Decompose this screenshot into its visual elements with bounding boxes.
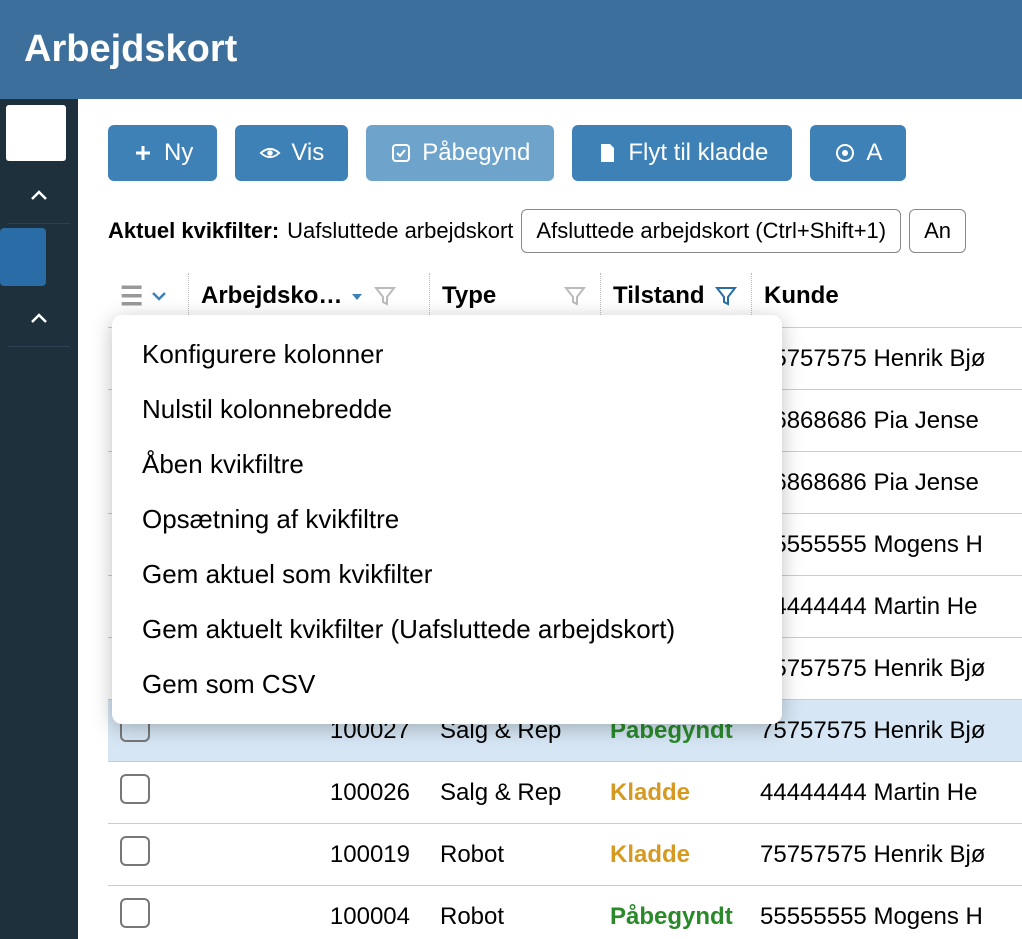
main-content: Ny Vis Påbegynd Flyt til kladde: [78, 99, 1022, 939]
column-checkbox[interactable]: ☰: [108, 281, 188, 312]
row-customer: 75757575 Henrik Bjø: [748, 345, 1022, 373]
column-tilstand[interactable]: Tilstand: [601, 282, 751, 310]
column-arbejdsko-label: Arbejdsko…: [201, 282, 342, 310]
flyt-button[interactable]: Flyt til kladde: [572, 125, 792, 181]
grid-header: ☰ Arbejdsko… Type Tilstand: [108, 265, 1022, 328]
row-type: Robot: [428, 841, 598, 869]
sidebar-item-active[interactable]: [0, 228, 46, 286]
quickfilter-label: Aktuel kvikfilter:: [108, 218, 279, 244]
menu-item-save-csv[interactable]: Gem som CSV: [112, 657, 782, 712]
funnel-icon-active[interactable]: [713, 283, 739, 309]
row-checkbox[interactable]: [120, 898, 150, 928]
row-customer: 55555555 Mogens H: [748, 903, 1022, 931]
row-checkbox-cell: [108, 898, 188, 935]
quickfilter-current: Uafsluttede arbejdskort: [287, 218, 513, 244]
row-type: Salg & Rep: [428, 779, 598, 807]
menu-item-setup-quickfilters[interactable]: Opsætning af kvikfiltre: [112, 492, 782, 547]
funnel-icon[interactable]: [562, 283, 588, 309]
row-customer: 86868686 Pia Jense: [748, 407, 1022, 435]
check-icon: [390, 142, 412, 164]
list-icon: ☰: [120, 281, 143, 312]
menu-item-configure-columns[interactable]: Konfigurere kolonner: [112, 327, 782, 382]
row-id: 100004: [188, 903, 428, 931]
column-arbejdsko[interactable]: Arbejdsko…: [189, 282, 429, 310]
row-status: Kladde: [598, 841, 748, 869]
flyt-label: Flyt til kladde: [628, 139, 768, 167]
column-type[interactable]: Type: [430, 282, 600, 310]
row-status: Påbegyndt: [598, 903, 748, 931]
table-row[interactable]: 100026Salg & RepKladde44444444 Martin He: [108, 762, 1022, 824]
column-kunde-label: Kunde: [764, 282, 839, 310]
row-checkbox-cell: [108, 774, 188, 811]
row-checkbox[interactable]: [120, 836, 150, 866]
menu-item-reset-width[interactable]: Nulstil kolonnebredde: [112, 382, 782, 437]
row-customer: 44444444 Martin He: [748, 779, 1022, 807]
row-customer: 75757575 Henrik Bjø: [748, 655, 1022, 683]
quickfilter-chip-2[interactable]: An: [909, 209, 966, 253]
row-customer: 75757575 Henrik Bjø: [748, 717, 1022, 745]
column-tilstand-label: Tilstand: [613, 282, 705, 310]
row-checkbox-cell: [108, 836, 188, 873]
sidebar-collapse-up-1[interactable]: [0, 167, 78, 223]
column-kunde[interactable]: Kunde: [752, 282, 1022, 310]
page-header: Arbejdskort: [0, 0, 1022, 99]
toolbar: Ny Vis Påbegynd Flyt til kladde: [108, 125, 1022, 181]
a-label: A: [866, 139, 882, 167]
table-row[interactable]: 100004RobotPåbegyndt55555555 Mogens H: [108, 886, 1022, 939]
row-customer: 75757575 Henrik Bjø: [748, 841, 1022, 869]
funnel-icon[interactable]: [372, 283, 398, 309]
chevron-down-icon: [151, 286, 167, 307]
pabegynd-label: Påbegynd: [422, 139, 530, 167]
quickfilter-chip-1[interactable]: Afsluttede arbejdskort (Ctrl+Shift+1): [521, 209, 901, 253]
row-status: Kladde: [598, 779, 748, 807]
row-customer: 86868686 Pia Jense: [748, 469, 1022, 497]
sidebar-collapse-up-2[interactable]: [0, 290, 78, 346]
row-type: Robot: [428, 903, 598, 931]
pabegynd-button[interactable]: Påbegynd: [366, 125, 554, 181]
row-checkbox[interactable]: [120, 774, 150, 804]
row-customer: 44444444 Martin He: [748, 593, 1022, 621]
sidebar-logo: [6, 105, 66, 161]
column-type-label: Type: [442, 282, 496, 310]
a-button[interactable]: A: [810, 125, 906, 181]
table-row[interactable]: 100019RobotKladde75757575 Henrik Bjø: [108, 824, 1022, 886]
vis-label: Vis: [291, 139, 324, 167]
page-title: Arbejdskort: [24, 28, 237, 70]
circle-check-icon: [834, 142, 856, 164]
ny-button[interactable]: Ny: [108, 125, 217, 181]
menu-item-save-as-quickfilter[interactable]: Gem aktuel som kvikfilter: [112, 547, 782, 602]
row-id: 100019: [188, 841, 428, 869]
menu-item-open-quickfilters[interactable]: Åben kvikfiltre: [112, 437, 782, 492]
file-icon: [596, 142, 618, 164]
vis-button[interactable]: Vis: [235, 125, 348, 181]
sidebar: [0, 99, 78, 939]
sort-desc-icon: [350, 286, 364, 307]
plus-icon: [132, 142, 154, 164]
quickfilter-row: Aktuel kvikfilter: Uafsluttede arbejdsko…: [108, 209, 1022, 253]
row-customer: 55555555 Mogens H: [748, 531, 1022, 559]
ny-label: Ny: [164, 139, 193, 167]
row-id: 100026: [188, 779, 428, 807]
column-menu-dropdown: Konfigurere kolonner Nulstil kolonnebred…: [112, 315, 782, 724]
eye-icon: [259, 142, 281, 164]
menu-item-save-current-quickfilter[interactable]: Gem aktuelt kvikfilter (Uafsluttede arbe…: [112, 602, 782, 657]
